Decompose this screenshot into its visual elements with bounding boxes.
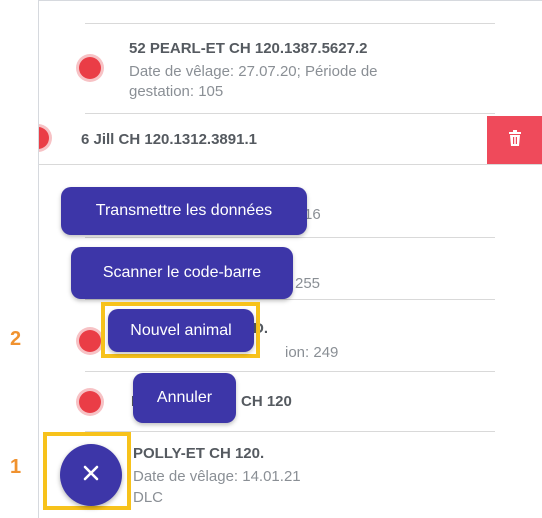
- item-subtitle-2: DLC: [133, 489, 164, 506]
- status-dot: [79, 330, 101, 352]
- transmit-data-button[interactable]: Transmettre les données: [61, 187, 307, 235]
- item-title: POLLY-ET CH 120.: [133, 445, 265, 462]
- divider: [85, 299, 495, 300]
- divider: [85, 23, 495, 24]
- scan-barcode-button[interactable]: Scanner le code-barre: [71, 247, 293, 299]
- trash-icon: [508, 129, 522, 151]
- item-subtitle: 255: [295, 275, 321, 292]
- status-dot: [79, 391, 101, 413]
- status-dot: [39, 127, 49, 149]
- item-title: 6 Jill CH 120.1312.3891.1: [81, 131, 257, 148]
- new-animal-button[interactable]: Nouvel animal: [108, 309, 254, 352]
- cancel-button[interactable]: Annuler: [133, 373, 236, 423]
- item-subtitle: ion: 249: [285, 344, 339, 361]
- step-marker-1: 1: [10, 456, 22, 478]
- divider: [85, 371, 495, 372]
- divider: [85, 113, 495, 114]
- item-subtitle: Date de vêlage: 14.01.21: [133, 468, 301, 485]
- item-title-suffix: CH 120: [241, 393, 292, 410]
- step-marker-2: 2: [10, 328, 22, 350]
- close-fab-button[interactable]: [60, 444, 122, 506]
- delete-button[interactable]: [487, 116, 542, 164]
- close-icon: [82, 464, 100, 487]
- divider: [39, 164, 542, 165]
- status-dot: [79, 57, 101, 79]
- item-subtitle: Date de vêlage: 27.07.20; Période de ges…: [129, 63, 378, 100]
- item-title: 52 PEARL-ET CH 120.1387.5627.2: [129, 40, 368, 57]
- divider: [85, 237, 495, 238]
- divider: [85, 431, 495, 432]
